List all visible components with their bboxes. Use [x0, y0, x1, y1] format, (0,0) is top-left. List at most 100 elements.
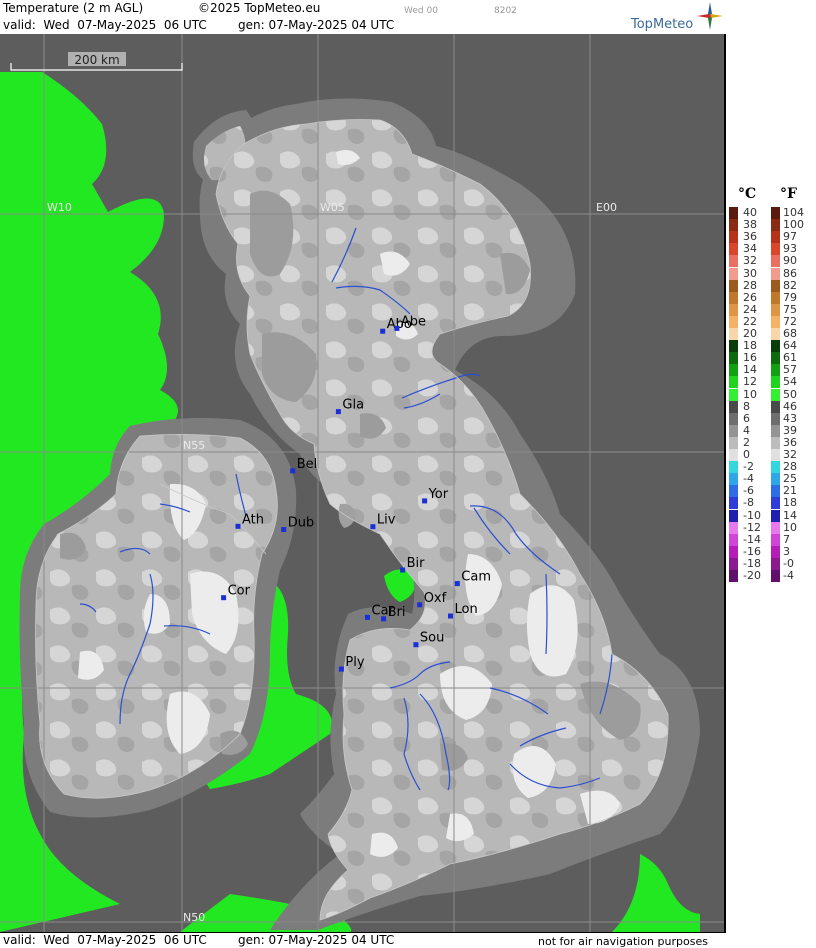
legend-swatch-f	[771, 291, 780, 304]
legend-swatch-c	[729, 557, 738, 570]
legend-swatch-f	[771, 231, 780, 244]
legend-swatch-f	[771, 473, 780, 486]
legend-swatch-f	[771, 521, 780, 534]
legend-swatch-f	[771, 219, 780, 232]
legend-fahrenheit-label: 7	[783, 532, 790, 546]
chart-title: Temperature (2 m AGL)	[3, 1, 144, 15]
legend-swatch-f	[771, 267, 780, 280]
header: Temperature (2 m AGL) ©2025 TopMeteo.eu …	[0, 0, 726, 34]
legend-celsius-label: 12	[743, 375, 757, 389]
legend-swatch-f	[771, 207, 780, 219]
legend-swatch-c	[729, 328, 738, 340]
scale-bar: 200 km	[10, 52, 183, 71]
city-label-liv: Liv	[377, 513, 396, 528]
compass-icon	[697, 2, 723, 30]
city-marker-bir	[400, 567, 406, 573]
legend-swatch-c	[729, 376, 738, 389]
legend-swatch-f	[771, 328, 780, 340]
legend-swatch-c	[729, 279, 738, 292]
legend-swatch-f	[771, 533, 780, 546]
city-marker-ath	[235, 523, 241, 529]
legend-swatch-c	[729, 291, 738, 304]
legend-swatch-f	[771, 461, 780, 474]
legend-swatch-c	[729, 231, 738, 244]
legend-fahrenheit-label: 18	[783, 496, 797, 510]
city-label-cam: Cam	[461, 570, 491, 585]
city-label-bir: Bir	[407, 556, 426, 571]
temperature-legend: °C °F 40 104 38 100 36 97 34 93 32 90 30 86 28 82 26 79…	[726, 0, 816, 947]
legend-celsius-label: -16	[743, 544, 761, 558]
topmeteo-logo: TopMeteo	[628, 1, 723, 33]
city-marker-lon	[448, 613, 453, 619]
legend-swatch-f	[771, 497, 780, 510]
legend-swatch-c	[729, 412, 738, 425]
legend-celsius-label: 30	[743, 266, 757, 280]
legend-swatch-f	[771, 570, 780, 582]
legend-celsius-label: 10	[743, 387, 757, 401]
legend-swatch-c	[729, 509, 738, 522]
legend-fahrenheit-label: 50	[783, 387, 797, 401]
legend-swatch-c	[729, 303, 738, 316]
copyright: ©2025 TopMeteo.eu	[198, 1, 321, 15]
forecast-step: Wed 00	[404, 6, 438, 16]
grid-label-n55: N55	[183, 439, 205, 452]
legend-swatch-c	[729, 570, 738, 582]
city-label-bel: Bel	[297, 457, 318, 472]
legend-swatch-c	[729, 449, 738, 461]
city-marker-gla	[335, 409, 341, 415]
legend-celsius-label: -14	[743, 532, 761, 546]
legend-celsius-label: 24	[743, 302, 757, 316]
scale-bar-label: 200 km	[74, 53, 119, 67]
legend-swatch-c	[729, 267, 738, 280]
city-marker-sou	[413, 642, 419, 648]
celsius-header: °C	[738, 186, 757, 202]
legend-fahrenheit-label: -4	[783, 569, 794, 582]
footer-generated-time: gen: 07-May-2025 04 UTC	[238, 933, 395, 947]
product-code: 8202	[494, 6, 517, 16]
legend-swatch-f	[771, 255, 780, 268]
legend-swatch-c	[729, 388, 738, 401]
legend-swatch-c	[729, 424, 738, 437]
grid-label-w10: W10	[47, 201, 72, 214]
city-label-cor: Cor	[228, 584, 251, 599]
city-label-gla: Gla	[342, 398, 364, 413]
legend-swatch-c	[729, 340, 738, 353]
city-marker-dub	[281, 527, 287, 532]
city-marker-yor	[422, 498, 428, 504]
city-marker-cam	[454, 581, 460, 587]
legend-fahrenheit-label: 3	[783, 544, 790, 558]
city-marker-bri	[381, 616, 387, 622]
city-label-abe: Abe	[401, 314, 426, 329]
legend-swatch-f	[771, 545, 780, 558]
brand-name: TopMeteo	[631, 17, 694, 32]
legend-celsius-label: -10	[743, 508, 761, 522]
legend-fahrenheit-label: 75	[783, 302, 797, 316]
valid-time: valid: Wed 07-May-2025 06 UTC	[3, 18, 207, 32]
grid-label-w05: W05	[320, 201, 345, 214]
disclaimer: not for air navigation purposes	[538, 935, 708, 948]
legend-swatch-c	[729, 219, 738, 232]
legend-celsius-label: 4	[743, 423, 750, 437]
legend-swatch-c	[729, 473, 738, 486]
legend-celsius-label: 32	[743, 254, 757, 268]
legend-swatch-f	[771, 412, 780, 425]
legend-swatch-f	[771, 243, 780, 256]
city-marker-cor	[221, 595, 227, 601]
temperature-map[interactable]: 200 km W10 W05 E00 N55 N50 Abo Abe Gla Bel Y…	[0, 34, 724, 932]
warm-sea-channel	[612, 854, 700, 932]
legend-swatch-c	[729, 207, 738, 219]
city-marker-ply	[338, 666, 344, 672]
city-label-yor: Yor	[428, 487, 449, 502]
legend-swatch-c	[729, 461, 738, 474]
city-label-dub: Dub	[288, 516, 315, 531]
city-marker-abe	[394, 325, 400, 331]
legend-swatch-f	[771, 557, 780, 570]
legend-swatch-f	[771, 303, 780, 316]
legend-swatch-c	[729, 352, 738, 365]
legend-fahrenheit-label: 90	[783, 254, 797, 268]
legend-swatch-f	[771, 436, 780, 449]
legend-swatch-c	[729, 400, 738, 413]
legend-fahrenheit-label: 14	[783, 508, 797, 522]
legend-fahrenheit-label: 43	[783, 411, 797, 425]
footer-valid-time: valid: Wed 07-May-2025 06 UTC	[3, 933, 207, 947]
